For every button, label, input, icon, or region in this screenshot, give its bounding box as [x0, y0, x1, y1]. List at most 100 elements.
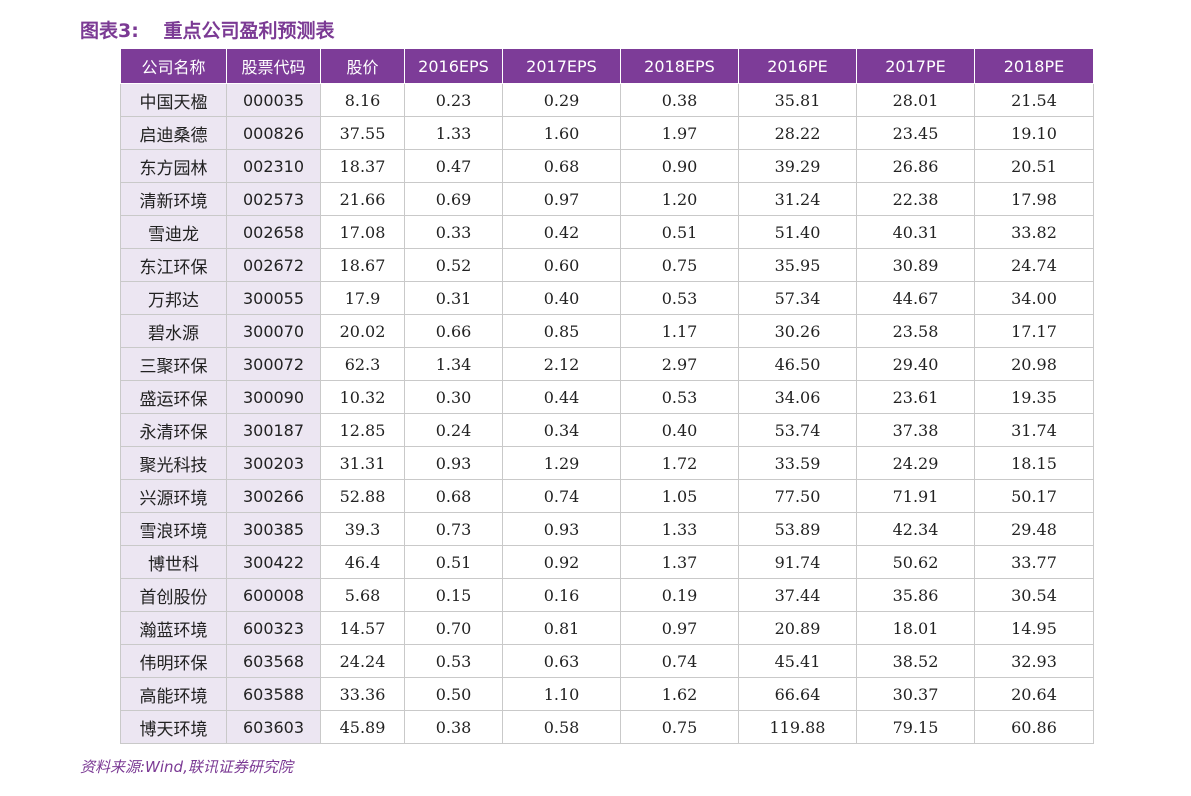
cell-eps-2017: 0.97	[502, 182, 621, 216]
cell-stock-code: 300385	[226, 512, 321, 546]
cell-pe-2018: 32.93	[974, 644, 1094, 678]
header-eps-2017: 2017EPS	[502, 48, 621, 84]
cell-eps-2018: 1.05	[620, 479, 739, 513]
cell-pe-2016: 66.64	[738, 677, 857, 711]
cell-pe-2017: 79.15	[856, 710, 975, 744]
cell-pe-2016: 57.34	[738, 281, 857, 315]
table-row: 博世科 300422 46.4 0.51 0.92 1.37 91.74 50.62 33.77	[120, 545, 1094, 579]
cell-eps-2016: 0.15	[404, 578, 503, 612]
cell-stock-price: 33.36	[320, 677, 405, 711]
cell-eps-2017: 0.34	[502, 413, 621, 447]
cell-pe-2016: 53.74	[738, 413, 857, 447]
header-eps-2018: 2018EPS	[620, 48, 739, 84]
cell-eps-2016: 0.51	[404, 545, 503, 579]
cell-stock-code: 300055	[226, 281, 321, 315]
cell-eps-2016: 0.30	[404, 380, 503, 414]
header-stock-code: 股票代码	[226, 48, 321, 84]
cell-pe-2016: 53.89	[738, 512, 857, 546]
cell-eps-2017: 0.93	[502, 512, 621, 546]
cell-eps-2017: 0.68	[502, 149, 621, 183]
cell-pe-2017: 18.01	[856, 611, 975, 645]
cell-stock-code: 002573	[226, 182, 321, 216]
header-eps-2016: 2016EPS	[404, 48, 503, 84]
cell-stock-price: 5.68	[320, 578, 405, 612]
cell-eps-2018: 0.40	[620, 413, 739, 447]
cell-eps-2017: 0.44	[502, 380, 621, 414]
cell-eps-2018: 0.38	[620, 83, 739, 117]
cell-stock-code: 600008	[226, 578, 321, 612]
table-row: 碧水源 300070 20.02 0.66 0.85 1.17 30.26 23.58 17.1…	[120, 314, 1094, 348]
cell-pe-2016: 20.89	[738, 611, 857, 645]
cell-company-name: 瀚蓝环境	[120, 611, 227, 645]
cell-company-name: 盛运环保	[120, 380, 227, 414]
figure-title-text: 重点公司盈利预测表	[163, 20, 335, 42]
cell-stock-code: 300072	[226, 347, 321, 381]
cell-pe-2017: 42.34	[856, 512, 975, 546]
cell-pe-2017: 44.67	[856, 281, 975, 315]
table-row: 三聚环保 300072 62.3 1.34 2.12 2.97 46.50 29.40 20.9…	[120, 347, 1094, 381]
cell-pe-2018: 29.48	[974, 512, 1094, 546]
cell-stock-price: 62.3	[320, 347, 405, 381]
table-row: 聚光科技 300203 31.31 0.93 1.29 1.72 33.59 24.29 18.…	[120, 446, 1094, 480]
table-row: 博天环境 603603 45.89 0.38 0.58 0.75 119.88 79.15 60…	[120, 710, 1094, 744]
cell-stock-price: 14.57	[320, 611, 405, 645]
cell-stock-code: 603568	[226, 644, 321, 678]
cell-company-name: 首创股份	[120, 578, 227, 612]
cell-pe-2017: 23.45	[856, 116, 975, 150]
cell-stock-price: 45.89	[320, 710, 405, 744]
cell-eps-2018: 1.33	[620, 512, 739, 546]
cell-pe-2018: 20.98	[974, 347, 1094, 381]
cell-pe-2017: 22.38	[856, 182, 975, 216]
cell-pe-2016: 46.50	[738, 347, 857, 381]
cell-eps-2017: 0.29	[502, 83, 621, 117]
cell-eps-2016: 0.53	[404, 644, 503, 678]
cell-eps-2016: 0.69	[404, 182, 503, 216]
cell-pe-2016: 77.50	[738, 479, 857, 513]
cell-eps-2016: 0.52	[404, 248, 503, 282]
figure-title: 图表3: 重点公司盈利预测表	[80, 16, 334, 46]
cell-stock-price: 46.4	[320, 545, 405, 579]
cell-pe-2017: 71.91	[856, 479, 975, 513]
cell-eps-2017: 0.42	[502, 215, 621, 249]
cell-stock-price: 18.37	[320, 149, 405, 183]
table-row: 首创股份 600008 5.68 0.15 0.16 0.19 37.44 35.86 30.5…	[120, 578, 1094, 612]
cell-pe-2017: 30.89	[856, 248, 975, 282]
table-header-row: 公司名称 股票代码 股价 2016EPS 2017EPS 2018EPS 201…	[120, 48, 1094, 84]
cell-company-name: 聚光科技	[120, 446, 227, 480]
cell-eps-2017: 1.60	[502, 116, 621, 150]
cell-stock-code: 300070	[226, 314, 321, 348]
cell-eps-2017: 0.85	[502, 314, 621, 348]
cell-company-name: 碧水源	[120, 314, 227, 348]
cell-pe-2018: 60.86	[974, 710, 1094, 744]
cell-pe-2016: 119.88	[738, 710, 857, 744]
cell-company-name: 高能环境	[120, 677, 227, 711]
cell-eps-2017: 0.92	[502, 545, 621, 579]
table-row: 清新环境 002573 21.66 0.69 0.97 1.20 31.24 22.38 17.…	[120, 182, 1094, 216]
cell-pe-2016: 30.26	[738, 314, 857, 348]
cell-stock-price: 10.32	[320, 380, 405, 414]
cell-stock-code: 300266	[226, 479, 321, 513]
cell-eps-2016: 0.70	[404, 611, 503, 645]
cell-eps-2016: 0.31	[404, 281, 503, 315]
cell-stock-price: 37.55	[320, 116, 405, 150]
cell-pe-2018: 19.35	[974, 380, 1094, 414]
cell-stock-code: 002658	[226, 215, 321, 249]
cell-eps-2016: 0.47	[404, 149, 503, 183]
cell-pe-2017: 26.86	[856, 149, 975, 183]
cell-stock-price: 18.67	[320, 248, 405, 282]
cell-pe-2016: 39.29	[738, 149, 857, 183]
cell-pe-2016: 37.44	[738, 578, 857, 612]
cell-pe-2017: 40.31	[856, 215, 975, 249]
cell-eps-2017: 0.81	[502, 611, 621, 645]
cell-company-name: 雪迪龙	[120, 215, 227, 249]
cell-eps-2016: 0.68	[404, 479, 503, 513]
cell-stock-code: 002310	[226, 149, 321, 183]
cell-pe-2018: 17.98	[974, 182, 1094, 216]
cell-pe-2016: 34.06	[738, 380, 857, 414]
table-row: 启迪桑德 000826 37.55 1.33 1.60 1.97 28.22 23.45 19.…	[120, 116, 1094, 150]
cell-pe-2017: 23.61	[856, 380, 975, 414]
cell-company-name: 清新环境	[120, 182, 227, 216]
cell-pe-2017: 50.62	[856, 545, 975, 579]
cell-pe-2018: 17.17	[974, 314, 1094, 348]
cell-eps-2018: 0.90	[620, 149, 739, 183]
